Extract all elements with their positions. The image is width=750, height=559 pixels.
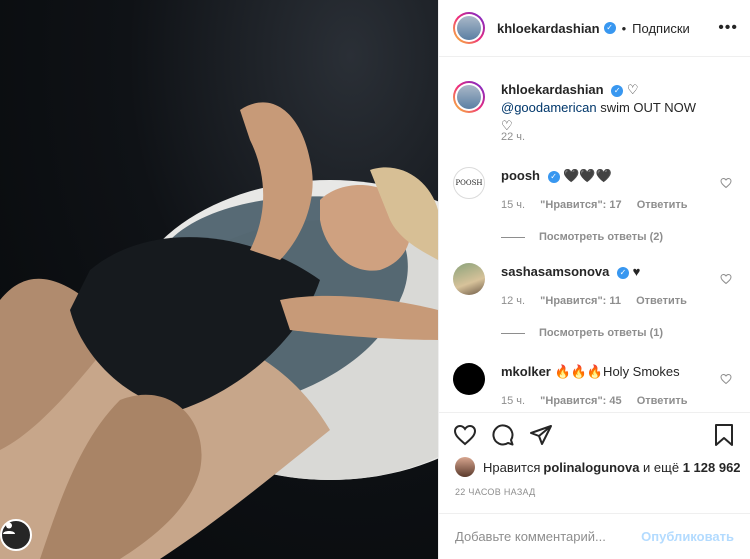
reply-button[interactable]: Ответить [636, 295, 687, 307]
comment-meta: 12 ч. "Нравится": 11 Ответить [501, 295, 699, 307]
mention-link[interactable]: @goodamerican [501, 100, 597, 115]
comment-item: sashasamsonova ✓ ♥ 12 ч. "Нравится": 11 … [453, 263, 736, 343]
comment-avatar[interactable] [453, 363, 485, 395]
action-icons-bar [453, 423, 736, 451]
comments-list: khloekardashian ✓ ♡ @goodamerican swim O… [439, 57, 750, 412]
like-comment-heart-icon[interactable] [720, 177, 732, 189]
likes-prefix: Нравится [483, 459, 541, 475]
author-username[interactable]: khloekardashian [497, 21, 600, 36]
like-comment-heart-icon[interactable] [720, 373, 732, 385]
post-photo[interactable] [0, 0, 438, 559]
comment-avatar[interactable]: POOSH [453, 167, 485, 199]
comment-bubble-icon[interactable] [491, 423, 515, 452]
verified-badge-icon: ✓ [547, 170, 560, 183]
comment-item: POOSH poosh ✓ 🖤🖤🖤 15 ч. "Нравится": 17 О… [453, 167, 736, 247]
comment-meta: 15 ч. "Нравится": 17 Ответить [501, 199, 700, 211]
post-side-panel: khloekardashian ✓ • Подписки ••• khloeka… [438, 0, 750, 559]
comment-username[interactable]: mkolker [501, 364, 551, 379]
caption-heart-icon: ♡ [626, 82, 639, 97]
comment-body: 🖤🖤🖤 [563, 168, 612, 183]
caption-text: khloekardashian ✓ ♡ @goodamerican swim O… [501, 81, 708, 135]
comment-text: sashasamsonova ✓ ♥ [501, 263, 708, 281]
verified-badge-icon: ✓ [617, 266, 630, 279]
caption-meta: 22 ч. [501, 131, 537, 143]
share-send-icon[interactable] [529, 423, 553, 452]
more-options-icon[interactable]: ••• [718, 19, 738, 37]
like-heart-icon[interactable] [453, 423, 477, 452]
likes-middle: и ещё [639, 459, 683, 475]
comment-time: 12 ч. [501, 295, 526, 307]
photo-illustration [0, 102, 438, 559]
add-comment-bar: Добавьте комментарий... Опубликовать [439, 513, 750, 559]
view-replies-button[interactable]: Посмотреть ответы (1) [501, 327, 663, 339]
view-replies-label: Посмотреть ответы (2) [539, 231, 664, 243]
comment-username[interactable]: poosh [501, 168, 540, 183]
tagged-user-icon[interactable] [0, 519, 32, 551]
reply-button[interactable]: Ответить [637, 395, 688, 407]
comment-likes[interactable]: "Нравится": 11 [540, 295, 621, 307]
caption: khloekardashian ✓ ♡ @goodamerican swim O… [453, 81, 736, 151]
comment-body: 🔥🔥🔥Holy Smokes [554, 364, 680, 379]
comment-likes[interactable]: "Нравится": 45 [540, 395, 621, 407]
author-avatar[interactable] [453, 12, 485, 44]
comment-text: poosh ✓ 🖤🖤🖤 [501, 167, 708, 185]
header-separator: • [621, 20, 627, 36]
comment-meta: 15 ч. "Нравится": 45 Ответить [501, 395, 700, 407]
comment-time: 15 ч. [501, 395, 526, 407]
comment-time: 15 ч. [501, 199, 526, 211]
post-header: khloekardashian ✓ • Подписки ••• [439, 0, 750, 57]
comment-username[interactable]: sashasamsonova [501, 264, 609, 279]
comment-item: mkolker 🔥🔥🔥Holy Smokes 15 ч. "Нравится":… [453, 363, 736, 412]
verified-badge-icon: ✓ [611, 84, 624, 97]
comment-avatar[interactable] [453, 263, 485, 295]
comment-body: ♥ [632, 264, 641, 279]
like-comment-heart-icon[interactable] [720, 273, 732, 285]
follow-status-button[interactable]: Подписки [632, 21, 690, 36]
view-replies-label: Посмотреть ответы (1) [539, 327, 664, 339]
comment-input[interactable]: Добавьте комментарий... [455, 529, 606, 544]
comment-likes[interactable]: "Нравится": 17 [540, 199, 621, 211]
comment-text: mkolker 🔥🔥🔥Holy Smokes [501, 363, 708, 381]
posted-ago: 22 ЧАСОВ НАЗАД [455, 487, 536, 497]
verified-badge-icon: ✓ [603, 22, 616, 34]
save-bookmark-icon[interactable] [712, 423, 736, 452]
caption-time: 22 ч. [501, 131, 526, 143]
likes-count[interactable]: 1 128 962 [683, 460, 741, 475]
reply-button[interactable]: Ответить [637, 199, 688, 211]
likes-summary: Нравится polinalogunova и ещё 1 128 962 [455, 457, 741, 477]
caption-username[interactable]: khloekardashian [501, 82, 604, 97]
publish-button[interactable]: Опубликовать [641, 529, 734, 544]
caption-avatar[interactable] [453, 81, 485, 113]
liker-avatar[interactable] [455, 457, 475, 477]
liker-username[interactable]: polinalogunova [543, 460, 639, 475]
view-replies-button[interactable]: Посмотреть ответы (2) [501, 231, 663, 243]
